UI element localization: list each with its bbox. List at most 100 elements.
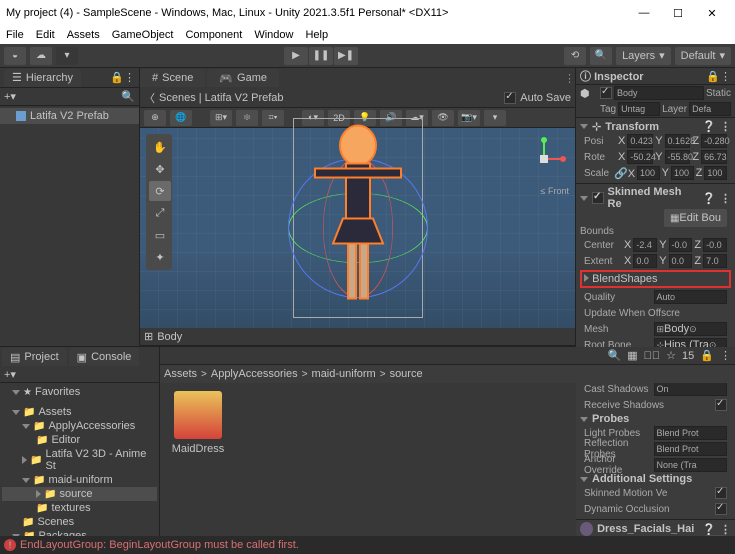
tree-latifa[interactable]: 📁 Latifa V2 3D - Anime St [2,447,157,473]
step-button[interactable]: ▶❚ [334,47,358,65]
rot-z-field[interactable]: 66.73 [701,150,727,164]
menu-assets[interactable]: Assets [67,29,100,41]
scene-viewport[interactable]: ✋ ✥ ⟳ ⤢ ▭ ✦ ≤ Front [140,128,575,328]
quality-dropdown[interactable]: Auto [654,290,728,304]
dynamic-occlusion-checkbox[interactable] [715,503,727,515]
pos-y-field[interactable]: 0.1628 [665,134,691,148]
project-hidden-icon[interactable]: 👁⃠ [644,350,661,362]
autosave-checkbox[interactable] [504,92,516,104]
error-icon[interactable]: ! [4,539,16,551]
hierarchy-search-icon[interactable]: 🔍 [121,90,135,103]
account-button[interactable]: ◒ [4,47,26,65]
tree-assets[interactable]: 📁 Assets [2,405,157,419]
asset-item[interactable]: MaidDress [168,391,228,455]
undo-history-button[interactable]: ▾ [56,47,78,65]
scene-menu-icon[interactable]: ⋮ [564,72,575,85]
breadcrumb-item[interactable]: source [390,368,423,380]
maximize-button[interactable]: ☐ [661,1,695,25]
rot-x-field[interactable]: -50.24 [627,150,653,164]
scale-z-field[interactable]: 100 [704,166,727,180]
pivot-toggle[interactable]: ⊕ [144,110,166,126]
layers-dropdown[interactable]: Layers▾ [616,47,671,65]
camera-toggle[interactable]: 📷▾ [458,110,480,126]
tree-editor[interactable]: 📁 Editor [2,433,157,447]
menu-help[interactable]: Help [305,29,328,41]
project-menu-icon[interactable]: ⋮ [720,349,731,362]
skinned-motion-checkbox[interactable] [715,487,727,499]
tree-maid[interactable]: 📁 maid-uniform [2,473,157,487]
project-add-button[interactable]: +▾ [4,368,16,381]
rect-tool[interactable]: ▭ [149,225,171,245]
project-search-icon[interactable]: 🔍 [608,349,622,362]
snap-increment[interactable]: ⌗▾ [262,110,284,126]
mesh-field[interactable]: ⊞Body ⊙ [654,322,728,336]
tab-hierarchy[interactable]: ☰ Hierarchy [4,69,81,87]
receive-shadows-checkbox[interactable] [715,399,727,411]
scale-tool[interactable]: ⤢ [149,203,171,223]
tab-scene[interactable]: # Scene [140,69,205,87]
tree-favorites[interactable]: ★ Favorites [2,385,157,399]
tab-inspector[interactable]: ⓘ Inspector [580,68,644,84]
project-star-icon[interactable]: ☆ [666,349,676,362]
inspector-menu-icon[interactable]: ⋮ [720,70,731,83]
object-name-field[interactable]: Body [614,86,704,100]
close-button[interactable]: ✕ [695,1,729,25]
layout-dropdown[interactable]: Default▾ [675,47,731,65]
transform-tool[interactable]: ✦ [149,247,171,267]
rotate-tool[interactable]: ⟳ [149,181,171,201]
tag-dropdown[interactable]: Untag [618,102,660,116]
tab-project[interactable]: ▤ Project [2,348,67,366]
breadcrumb-item[interactable]: Assets [164,368,197,380]
body-crumb[interactable]: Body [157,331,182,343]
search-button[interactable]: 🔍 [590,47,612,65]
project-lock-icon[interactable]: 🔒 [700,349,714,362]
hierarchy-menu-icon[interactable]: ⋮ [124,71,135,84]
visibility-toggle[interactable]: 👁 [432,110,454,126]
asset-browser: 🔍 ▦ 👁⃠ ☆ 15 🔒 ⋮ Assets > ApplyAccessorie… [160,347,735,546]
breadcrumb-item[interactable]: ApplyAccessories [211,368,298,380]
hand-tool[interactable]: ✋ [149,137,171,157]
local-toggle[interactable]: 🌐 [170,110,192,126]
menu-edit[interactable]: Edit [36,29,55,41]
pause-button[interactable]: ❚❚ [309,47,333,65]
tab-console[interactable]: ▣ Console [69,348,140,366]
cloud-button[interactable]: ☁ [30,47,52,65]
tree-scenes[interactable]: 📁 Scenes [2,515,157,529]
menu-gameobject[interactable]: GameObject [112,29,174,41]
layer-dropdown[interactable]: Defa [689,102,731,116]
breadcrumb-item[interactable]: maid-uniform [312,368,376,380]
menu-window[interactable]: Window [254,29,293,41]
menu-file[interactable]: File [6,29,24,41]
blendshapes-section[interactable]: BlendShapes [580,270,731,288]
smr-header[interactable]: Skinned Mesh Re [608,186,695,210]
orientation-gizmo[interactable] [519,134,569,184]
back-button[interactable]: 〈 [144,90,155,106]
grid-toggle[interactable]: ⊞▾ [210,110,232,126]
tab-game[interactable]: 🎮 Game [207,69,279,87]
edit-bounds-button[interactable]: ▦ Edit Bou [664,209,727,227]
smr-enabled-checkbox[interactable] [592,192,604,204]
rot-y-field[interactable]: -55.80 [665,150,691,164]
menu-component[interactable]: Component [185,29,242,41]
inspector-lock-icon[interactable]: 🔒 [706,70,720,83]
tree-textures[interactable]: 📁 textures [2,501,157,515]
project-filter-icon[interactable]: ▦ [627,349,637,362]
minimize-button[interactable]: — [627,1,661,25]
pos-x-field[interactable]: 0.423 [627,134,653,148]
move-tool[interactable]: ✥ [149,159,171,179]
hierarchy-lock-icon[interactable]: 🔒 [110,71,124,84]
tree-applyaccessories[interactable]: 📁 ApplyAccessories [2,419,157,433]
play-button[interactable]: ▶ [284,47,308,65]
transform-header[interactable]: Transform [605,121,659,133]
undo-button[interactable]: ⟲ [564,47,586,65]
scale-y-field[interactable]: 100 [671,166,694,180]
gizmo-toggle[interactable]: ▾ [484,110,506,126]
scale-x-field[interactable]: 100 [637,166,660,180]
hierarchy-add-button[interactable]: +▾ [4,90,16,103]
error-message[interactable]: EndLayoutGroup: BeginLayoutGroup must be… [20,539,299,551]
tree-source[interactable]: 📁 source [2,487,157,501]
pos-z-field[interactable]: -0.280 [701,134,727,148]
object-enabled-checkbox[interactable] [600,87,612,99]
hierarchy-item-prefab[interactable]: Latifa V2 Prefab [0,108,139,124]
snap-toggle[interactable]: ፨ [236,110,258,126]
